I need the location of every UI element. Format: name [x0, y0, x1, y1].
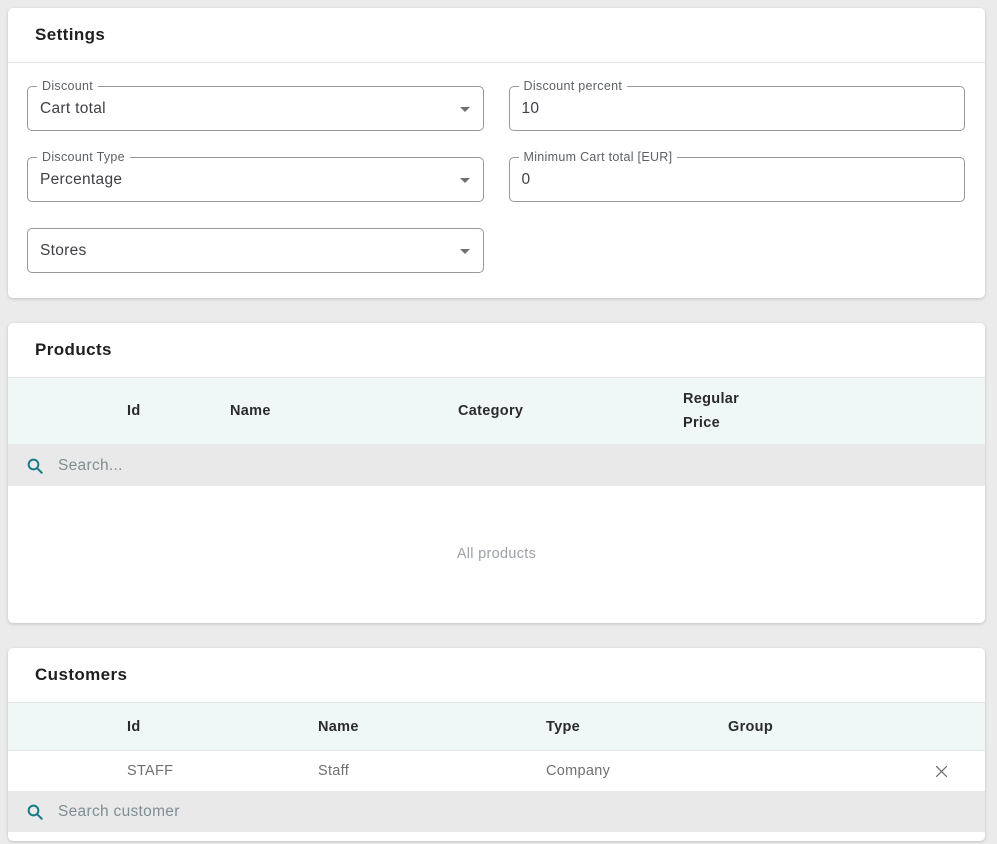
products-table-header: Id Name Category Regular Price: [8, 378, 985, 445]
form-spacer: [509, 228, 966, 273]
products-col-name: Name: [230, 403, 458, 419]
products-col-category: Category: [458, 403, 683, 419]
products-search-row: [8, 445, 985, 486]
customers-card: Customers Id Name Type Group STAFF Staff…: [8, 648, 985, 841]
minimum-cart-total-field[interactable]: Minimum Cart total [EUR]: [509, 157, 966, 202]
customers-search-input[interactable]: [58, 803, 967, 821]
chevron-down-icon: [460, 249, 470, 254]
customers-title: Customers: [35, 665, 127, 685]
page: Settings Discount Cart total Discount pe…: [0, 0, 997, 841]
products-title: Products: [35, 340, 112, 360]
chevron-down-icon: [460, 107, 470, 112]
products-card-header: Products: [8, 323, 985, 378]
discount-type-select-value: Percentage: [40, 171, 122, 189]
discount-percent-label: Discount percent: [519, 78, 628, 94]
customers-col-group: Group: [728, 719, 897, 735]
search-icon: [26, 803, 44, 821]
discount-type-select[interactable]: Discount Type Percentage: [27, 157, 484, 202]
customers-search-row: [8, 791, 985, 832]
products-search-input[interactable]: [58, 457, 967, 475]
discount-percent-input[interactable]: [522, 100, 925, 118]
discount-select[interactable]: Discount Cart total: [27, 86, 484, 131]
remove-customer-button[interactable]: [897, 751, 985, 791]
stores-select-value: Stores: [40, 242, 87, 260]
discount-percent-field[interactable]: Discount percent: [509, 86, 966, 131]
minimum-cart-total-label: Minimum Cart total [EUR]: [519, 149, 678, 165]
customer-cell-id: STAFF: [127, 763, 318, 779]
settings-card-header: Settings: [8, 8, 985, 63]
customer-table-row: STAFF Staff Company: [8, 751, 985, 791]
products-col-id: Id: [127, 403, 230, 419]
settings-title: Settings: [35, 25, 105, 45]
customer-cell-name: Staff: [318, 763, 546, 779]
customer-cell-type: Company: [546, 763, 728, 779]
customers-col-id: Id: [127, 719, 318, 735]
discount-select-value: Cart total: [40, 100, 106, 118]
customers-col-name: Name: [318, 719, 546, 735]
settings-form: Discount Cart total Discount percent Dis…: [8, 63, 985, 273]
stores-select[interactable]: Stores: [27, 228, 484, 273]
settings-card: Settings Discount Cart total Discount pe…: [8, 8, 985, 298]
products-card: Products Id Name Category Regular Price …: [8, 323, 985, 623]
products-empty-message: All products: [8, 486, 985, 621]
discount-select-label: Discount: [37, 78, 98, 94]
customers-col-type: Type: [546, 719, 728, 735]
customers-table-header: Id Name Type Group: [8, 703, 985, 751]
minimum-cart-total-input[interactable]: [522, 171, 925, 189]
customers-card-header: Customers: [8, 648, 985, 703]
chevron-down-icon: [460, 178, 470, 183]
products-col-regular-price: Regular Price: [683, 387, 985, 435]
search-icon: [26, 457, 44, 475]
close-icon: [933, 763, 950, 780]
discount-type-select-label: Discount Type: [37, 149, 130, 165]
